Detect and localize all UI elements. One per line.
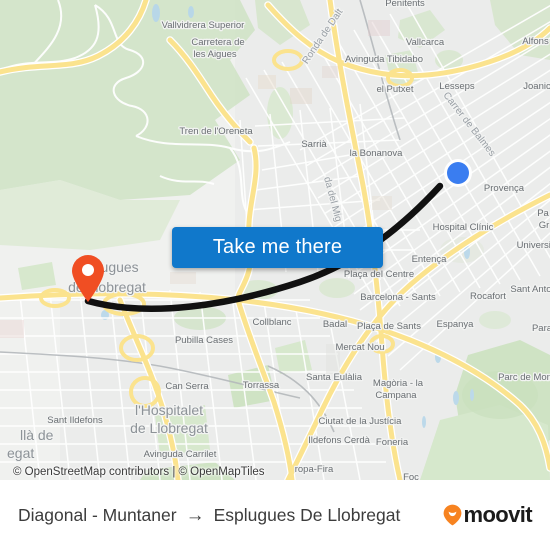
map-label: Pubilla Cases (175, 335, 233, 346)
footer-bar: Diagonal - Muntaner → Esplugues De Llobr… (0, 480, 550, 550)
map-label: Ciutat de la Justícia (319, 416, 403, 427)
map-label: Can Serra (165, 381, 209, 392)
map-label: Avinguda Tibidabo (345, 54, 423, 65)
map-label: Universitat (517, 240, 550, 251)
map-label: Mercat Nou (335, 342, 384, 353)
map-label: Plaça del Centre (344, 269, 414, 280)
map-label: de Llobregat (130, 420, 208, 436)
map-label: egat (7, 445, 34, 461)
map-label: el Putxet (377, 84, 414, 95)
arrow-right-icon: → (185, 504, 205, 526)
map-label: Entença (412, 254, 448, 265)
map-label: Provença (484, 183, 525, 194)
map-label: Parc de Mon (498, 372, 550, 383)
map-label: Campana (375, 390, 417, 401)
map-label: Para (532, 323, 550, 334)
map-label: Tren de l'Oreneta (179, 126, 253, 137)
map-label: Sant Anto (510, 284, 550, 295)
attribution-text[interactable]: © OpenStreetMap contributors | © OpenMap… (0, 466, 265, 478)
moovit-wordmark: moovit (463, 502, 532, 527)
route-origin-label: Diagonal - Muntaner (18, 504, 177, 525)
take-me-there-label: Take me there (212, 236, 343, 258)
map-label: Santa Eulàlia (306, 372, 363, 383)
map-label: la Bonanova (350, 148, 404, 159)
origin-marker[interactable] (444, 159, 472, 187)
map-label: Penitents (385, 0, 425, 9)
map-label: Pa (537, 208, 549, 219)
map-label: Badal (323, 319, 347, 330)
map-label: Torrassa (243, 380, 280, 391)
map-label: Joanic (523, 81, 550, 92)
map-label: Ildefons Cerdà (308, 435, 371, 446)
map-label: Rocafort (470, 291, 506, 302)
map-label: Collblanc (252, 317, 291, 328)
map-label: Magòria - la (373, 378, 424, 389)
map-label: Sant Ildefons (47, 415, 103, 426)
route-destination-label: Esplugues De Llobregat (213, 504, 401, 525)
map-label: Plaça de Sants (357, 321, 421, 332)
map-label: Espanya (437, 319, 475, 330)
map-label: Avinguda Carrilet (144, 449, 217, 460)
moovit-pin-smile-icon (443, 504, 462, 526)
map-label: Hospital Clínic (433, 222, 494, 233)
map-label: Sarrià (301, 139, 327, 150)
map-label: Vallvidrera Superior (162, 20, 245, 31)
map-label: Gr (539, 220, 550, 231)
map-attribution: © OpenStreetMap contributors | © OpenMap… (0, 463, 550, 480)
map-label: Foneria (376, 437, 409, 448)
moovit-route-screenshot: Ronda de Dalt Carrer de Balmes da del Mi… (0, 0, 550, 550)
map-canvas[interactable]: Ronda de Dalt Carrer de Balmes da del Mi… (0, 0, 550, 480)
map-label: llà de (20, 427, 54, 443)
map-label: Lesseps (439, 81, 475, 92)
route-summary: Diagonal - Muntaner → Esplugues De Llobr… (18, 505, 400, 526)
map-label: Barcelona - Sants (360, 292, 436, 303)
map-label: l'Hospitalet (135, 402, 203, 418)
moovit-logo[interactable]: moovit (443, 502, 533, 527)
map-label: Vallcarca (406, 37, 445, 48)
map-label: les Aigues (193, 49, 237, 60)
map-label: Carretera de (191, 37, 244, 48)
take-me-there-button[interactable]: Take me there (172, 227, 383, 268)
map-label: Alfons X (522, 36, 550, 47)
